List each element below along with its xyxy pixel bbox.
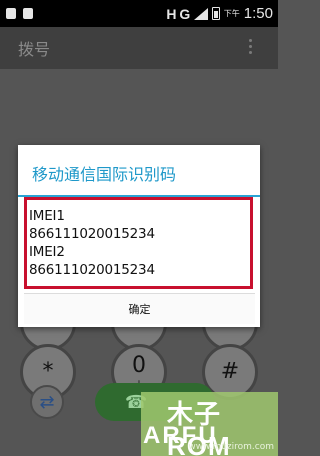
voicemail-icon: ⇄ [39,391,55,413]
imei-dialog: 移动通信国际识别码 IMEI1 866111020015234 IMEI2 86… [18,145,260,327]
dialog-title: 移动通信国际识别码 [32,165,177,184]
voicemail-button[interactable]: ⇄ [30,385,64,419]
notification-icon [6,8,16,19]
watermark-url: www.muzirom.com [188,442,274,452]
imei-label: IMEI1 [29,208,65,224]
status-ampm: 下午 [223,9,240,18]
android-icon [23,8,33,19]
status-time: 1:50 [243,5,273,22]
imei-highlight-box: IMEI1 866111020015234 IMEI2 866111020015… [24,197,253,289]
overflow-menu-icon[interactable] [249,39,252,54]
status-right: H G 下午 1:50 [166,5,278,22]
imei-label: IMEI2 [29,244,65,260]
imei-value: 866111020015234 [29,262,155,278]
ok-button[interactable]: 确定 [24,293,255,324]
signal-icon [193,7,208,20]
action-bar: 拨号 [0,27,278,69]
page-title: 拨号 [18,40,51,59]
dial-key-main: 0 [132,353,146,378]
network-type: H G [166,5,190,22]
battery-icon [211,7,220,20]
status-bar: H G 下午 1:50 [0,0,278,27]
imei-value: 866111020015234 [29,226,155,242]
watermark-logo: 木子ROM ARFU www.muzirom.com [141,392,278,456]
status-left [0,8,33,19]
